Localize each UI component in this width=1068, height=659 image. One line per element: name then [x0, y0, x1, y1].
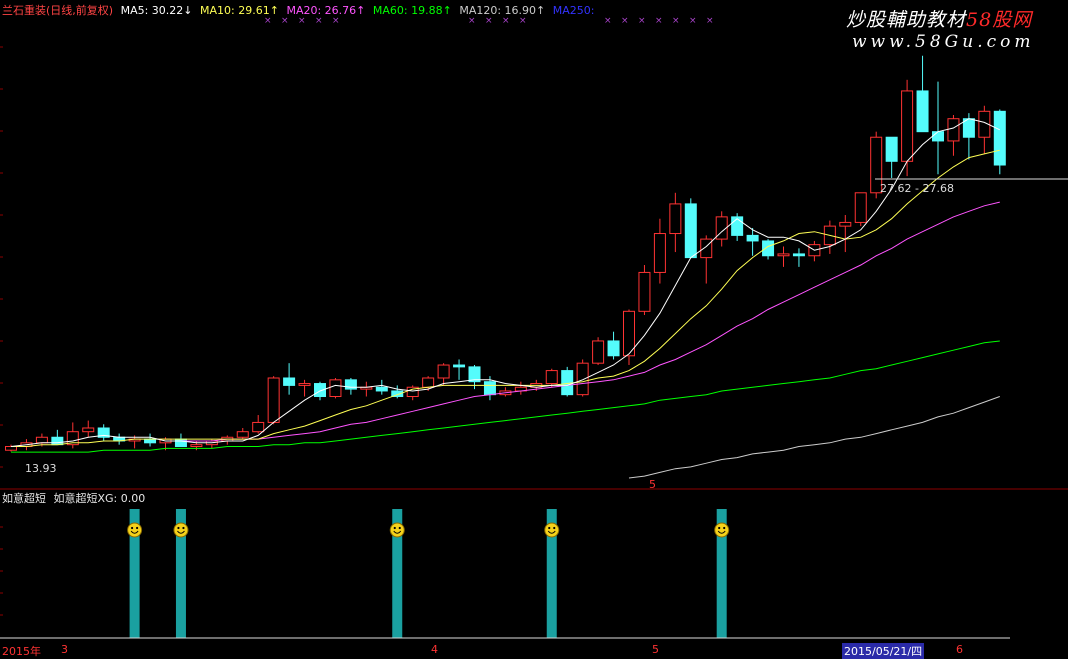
signal-bars: [127, 509, 730, 638]
candle-up: [669, 203, 682, 235]
candle-down: [885, 136, 898, 162]
ma5-line: [10, 118, 1001, 447]
candle-down: [792, 253, 805, 257]
candle-down: [453, 364, 466, 368]
candle-down: [144, 438, 157, 444]
candle-up: [82, 427, 95, 433]
month-marker-label: 5: [649, 478, 656, 491]
candle-down: [174, 438, 187, 448]
watermark-title: 炒股輔助教材58股网: [846, 9, 1033, 31]
candle-down: [51, 436, 64, 446]
ma250-label: MA250:: [552, 4, 595, 17]
candle-up: [700, 238, 713, 259]
candle-down: [746, 234, 759, 242]
candle-up: [5, 446, 17, 451]
smiley-icon: [714, 522, 730, 538]
cursor-date[interactable]: 2015/05/21/四: [842, 643, 925, 659]
candle-up: [422, 377, 435, 388]
candle-up: [236, 431, 249, 438]
smiley-icon: [127, 522, 143, 538]
ma20-line: [165, 201, 1000, 442]
candle-down: [993, 110, 1006, 166]
axis-month-6: 6: [956, 643, 963, 656]
candle-down: [916, 90, 929, 133]
indicator-title: 如意超短: [2, 492, 46, 505]
x-axis: 2015年 3 4 5 2015/05/21/四 6: [0, 643, 1068, 659]
candle-up: [329, 379, 342, 398]
ma120-label: MA120: 16.90↑: [459, 4, 546, 17]
candle-up: [638, 271, 651, 312]
candle-up: [839, 221, 852, 227]
range-price-label: 27.62 - 27.68: [880, 182, 954, 195]
cross-mark: ×: [706, 16, 714, 26]
candle-up: [35, 436, 48, 444]
ma10-label: MA10: 29.61↑: [200, 4, 279, 17]
ma60-line: [11, 340, 1000, 453]
candle-down: [932, 131, 944, 142]
moving-average-lines: [10, 118, 1001, 479]
candle-up: [298, 383, 311, 386]
smiley-icon: [389, 522, 405, 538]
candle-up: [653, 233, 666, 273]
candle-up: [252, 421, 265, 433]
candle-up: [267, 377, 280, 423]
ma120-line: [628, 396, 1000, 479]
candle-down: [283, 377, 296, 386]
cross-mark: ×: [655, 16, 663, 26]
ma10-line: [11, 149, 1000, 447]
candle-up: [901, 90, 914, 162]
chart-header: 兰石重装(日线,前复权) MA5: 30.22↓ MA10: 29.61↑ MA…: [2, 2, 598, 18]
candle-up: [190, 444, 203, 448]
axis-month-5: 5: [652, 643, 659, 656]
indicator-value: 如意超短XG: 0.00: [53, 492, 146, 505]
cross-mark: ×: [621, 16, 629, 26]
axis-year: 2015年: [2, 645, 41, 658]
cross-mark: ×: [638, 16, 646, 26]
candle-up: [592, 340, 605, 364]
axis-month-4: 4: [431, 643, 438, 656]
cross-mark: ×: [672, 16, 680, 26]
candle-down: [684, 203, 697, 259]
candle-down: [731, 216, 744, 236]
stock-chart-canvas[interactable]: × × × × × × × × × × × × × × × × 13.93 27.62 - 27.68 5: [0, 0, 1068, 658]
watermark-url: www.58Gu.com: [852, 32, 1035, 52]
stock-title: 兰石重装(日线,前复权): [2, 4, 114, 17]
ma20-label: MA20: 26.76↑: [286, 4, 366, 17]
candle-up: [545, 370, 558, 385]
axis-month-3: 3: [61, 643, 68, 656]
candle-up: [576, 362, 589, 396]
candle-down: [483, 381, 496, 396]
cross-mark: ×: [604, 16, 612, 26]
candlestick-series: [5, 55, 1006, 452]
smiley-icon: [544, 522, 560, 538]
low-price-label: 13.93: [25, 462, 57, 475]
candle-up: [854, 192, 867, 223]
subchart-header: 如意超短 如意超短XG: 0.00: [2, 490, 145, 506]
ma60-label: MA60: 19.88↑: [372, 4, 452, 17]
candle-down: [607, 340, 620, 357]
candle-up: [777, 253, 790, 257]
price-grid: [0, 46, 3, 616]
smiley-icon: [173, 522, 189, 538]
candle-up: [947, 118, 960, 142]
candle-down: [375, 386, 388, 392]
cross-mark: ×: [689, 16, 697, 26]
candle-down: [762, 240, 775, 257]
ma5-label: MA5: 30.22↓: [120, 4, 193, 17]
candle-up: [437, 364, 450, 379]
